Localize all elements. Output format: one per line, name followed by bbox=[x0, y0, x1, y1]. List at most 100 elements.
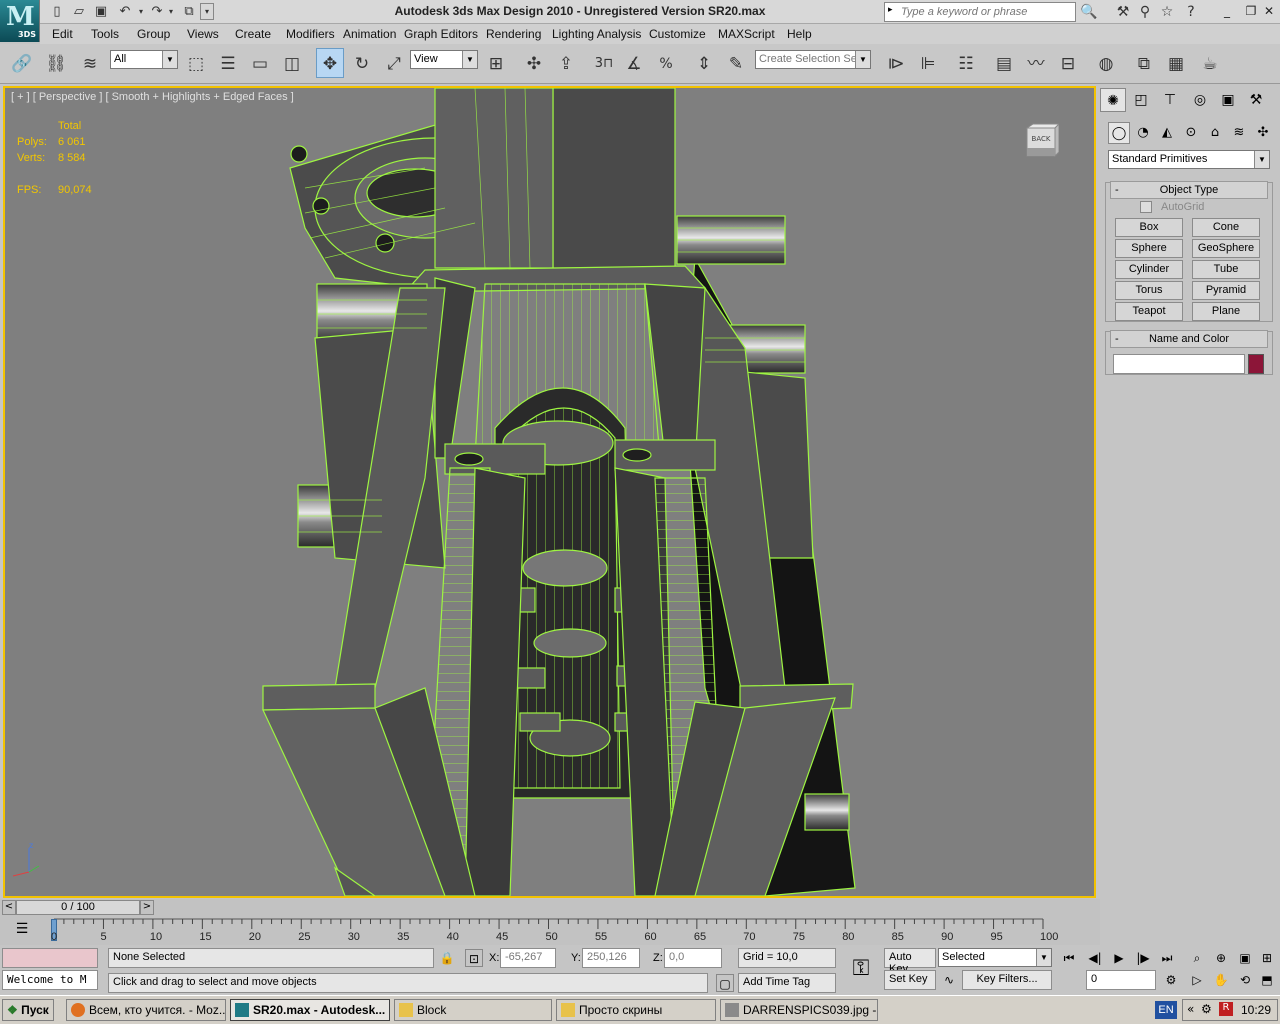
window-crossing-icon[interactable]: ◫ bbox=[278, 49, 306, 79]
rectangular-selection-icon[interactable]: ▭ bbox=[246, 49, 274, 79]
selection-lock-icon[interactable]: 🔒 bbox=[438, 949, 456, 967]
create-tab-icon[interactable]: ✺ bbox=[1100, 88, 1126, 112]
viewport-label[interactable]: [ + ] [ Perspective ] [ Smooth + Highlig… bbox=[11, 91, 294, 103]
track-bar[interactable]: ☰ 0 5 10 15 20 25 30 35 40 45 50 55 60 65 70 75 80 85 90 95… bbox=[0, 917, 1100, 945]
taskbar-item-firefox[interactable]: Всем, кто учится. - Moz... bbox=[66, 999, 226, 1021]
cameras-category-icon[interactable]: ⊙ bbox=[1180, 122, 1202, 144]
menu-create[interactable]: Create bbox=[235, 27, 271, 41]
unlink-selection-icon[interactable]: ⛓ bbox=[42, 49, 70, 79]
new-file-icon[interactable]: ▯ bbox=[48, 3, 66, 20]
layer-manager-icon[interactable]: ☷ bbox=[952, 49, 980, 79]
current-frame-field[interactable]: 0 bbox=[1086, 970, 1156, 990]
modify-tab-icon[interactable]: ◰ bbox=[1128, 88, 1154, 112]
name-color-rollout-header[interactable]: - Name and Color bbox=[1110, 330, 1268, 348]
menu-lighting-analysis[interactable]: Lighting Analysis bbox=[552, 27, 641, 41]
space-warps-category-icon[interactable]: ≋ bbox=[1228, 122, 1250, 144]
torus-button[interactable]: Torus bbox=[1115, 281, 1183, 300]
close-icon[interactable]: ✕ bbox=[1262, 3, 1276, 19]
next-key-icon[interactable]: |▶ bbox=[1134, 949, 1152, 967]
select-by-name-icon[interactable]: ☰ bbox=[214, 49, 242, 79]
field-of-view-icon[interactable]: ▷ bbox=[1188, 971, 1206, 989]
z-coordinate-field[interactable]: 0,0 bbox=[664, 948, 722, 968]
render-production-icon[interactable]: ☕ bbox=[1196, 49, 1224, 79]
tray-expand-icon[interactable]: « bbox=[1187, 1002, 1194, 1016]
select-and-move-icon[interactable]: ✥ bbox=[316, 48, 344, 78]
menu-rendering[interactable]: Rendering bbox=[486, 27, 541, 41]
primitive-category-dropdown[interactable]: Standard Primitives ▼ bbox=[1108, 150, 1270, 169]
curve-editor-icon[interactable]: 〰 bbox=[1022, 49, 1050, 79]
time-slider[interactable]: < 0 / 100 > bbox=[0, 899, 1100, 917]
display-tab-icon[interactable]: ▣ bbox=[1215, 88, 1241, 112]
taskbar-item-3dsmax[interactable]: SR20.max - Autodesk... bbox=[230, 999, 390, 1021]
box-button[interactable]: Box bbox=[1115, 218, 1183, 237]
lights-category-icon[interactable]: ◭ bbox=[1156, 122, 1178, 144]
taskbar-item-image-viewer[interactable]: DARRENSPICS039.jpg - ... bbox=[720, 999, 878, 1021]
plane-button[interactable]: Plane bbox=[1192, 302, 1260, 321]
time-slider-thumb[interactable]: 0 / 100 bbox=[16, 900, 140, 915]
auto-key-button[interactable]: Auto Key bbox=[884, 948, 936, 975]
viewcube[interactable]: BACK bbox=[1025, 122, 1061, 160]
pyramid-button[interactable]: Pyramid bbox=[1192, 281, 1260, 300]
absolute-transform-icon[interactable]: ⊡ bbox=[465, 949, 483, 967]
render-setup-icon[interactable]: ⧉ bbox=[1130, 49, 1158, 79]
search-input[interactable] bbox=[901, 3, 1071, 21]
taskbar-item-screenshots-folder[interactable]: Просто скрины bbox=[556, 999, 716, 1021]
utilities-tab-icon[interactable]: ⚒ bbox=[1243, 88, 1269, 112]
material-editor-icon[interactable]: ◍ bbox=[1092, 49, 1120, 79]
minimize-icon[interactable]: _ bbox=[1220, 3, 1234, 19]
object-name-field[interactable] bbox=[1113, 354, 1245, 374]
select-and-manipulate-icon[interactable]: ✣ bbox=[520, 49, 548, 79]
zoom-icon[interactable]: ⌕ bbox=[1188, 949, 1206, 967]
favorites-star-icon[interactable]: ☆ bbox=[1156, 3, 1178, 21]
communication-center-icon[interactable]: ⚲ bbox=[1134, 3, 1156, 21]
taskbar-item-block-folder[interactable]: Block bbox=[394, 999, 552, 1021]
graphite-ribbon-icon[interactable]: ▤ bbox=[990, 49, 1018, 79]
infocenter-search[interactable]: ▸ bbox=[884, 2, 1076, 22]
tube-button[interactable]: Tube bbox=[1192, 260, 1260, 279]
zoom-extents-icon[interactable]: ▣ bbox=[1236, 949, 1254, 967]
teapot-button[interactable]: Teapot bbox=[1115, 302, 1183, 321]
restore-icon[interactable]: ❐ bbox=[1244, 3, 1258, 19]
helpers-category-icon[interactable]: ⌂ bbox=[1204, 122, 1226, 144]
hierarchy-tab-icon[interactable]: ⊤ bbox=[1157, 88, 1183, 112]
cylinder-button[interactable]: Cylinder bbox=[1115, 260, 1183, 279]
maxscript-mini-listener[interactable]: Welcome to M bbox=[2, 970, 98, 990]
play-icon[interactable]: ▶ bbox=[1110, 949, 1128, 967]
edit-named-selection-icon[interactable]: ✎ bbox=[722, 49, 750, 79]
help-icon[interactable]: ? bbox=[1180, 3, 1202, 21]
shapes-category-icon[interactable]: ◔ bbox=[1132, 122, 1154, 144]
search-binoculars-icon[interactable]: 🔍 bbox=[1078, 3, 1100, 21]
redo-icon[interactable]: ↷ bbox=[148, 3, 166, 20]
menu-graph-editors[interactable]: Graph Editors bbox=[404, 27, 478, 41]
set-key-icon[interactable]: ⚿ bbox=[842, 950, 880, 988]
key-filters-button[interactable]: Key Filters... bbox=[962, 970, 1052, 990]
geometry-category-icon[interactable]: ◯ bbox=[1108, 122, 1130, 144]
open-file-icon[interactable]: ▱ bbox=[70, 3, 88, 20]
add-time-tag-button[interactable]: Add Time Tag bbox=[738, 973, 836, 993]
spinner-snap-icon[interactable]: ⇕ bbox=[690, 49, 718, 79]
selection-filter-dropdown[interactable]: All ▼ bbox=[110, 50, 178, 69]
schematic-view-icon[interactable]: ⊟ bbox=[1054, 49, 1082, 79]
angle-snap-icon[interactable]: ∡ bbox=[620, 49, 648, 79]
previous-key-icon[interactable]: ◀| bbox=[1086, 949, 1104, 967]
previous-frame-icon[interactable]: < bbox=[2, 900, 16, 915]
y-coordinate-field[interactable]: 250,126 bbox=[582, 948, 640, 968]
menu-tools[interactable]: Tools bbox=[91, 27, 119, 41]
use-pivot-center-icon[interactable]: ⊞ bbox=[482, 49, 510, 79]
menu-help[interactable]: Help bbox=[787, 27, 812, 41]
named-selection-dropdown[interactable]: Create Selection Se ▼ bbox=[755, 50, 871, 69]
select-and-rotate-icon[interactable]: ↻ bbox=[348, 49, 376, 79]
time-configuration-icon[interactable]: ⚙ bbox=[1162, 971, 1180, 989]
sphere-button[interactable]: Sphere bbox=[1115, 239, 1183, 258]
autogrid-checkbox[interactable] bbox=[1140, 201, 1152, 213]
percent-snap-icon[interactable]: % bbox=[652, 49, 680, 79]
quick-access-dropdown-icon[interactable]: ▾ bbox=[200, 3, 214, 20]
network-tray-icon[interactable]: ⚙ bbox=[1201, 1002, 1212, 1016]
zoom-extents-all-icon[interactable]: ⊞ bbox=[1258, 949, 1276, 967]
next-frame-icon[interactable]: > bbox=[140, 900, 154, 915]
set-key-button[interactable]: Set Key bbox=[884, 970, 936, 990]
snaps-toggle-icon[interactable]: 3⊓ bbox=[590, 49, 618, 79]
menu-modifiers[interactable]: Modifiers bbox=[286, 27, 335, 41]
application-button[interactable]: M 3DS bbox=[0, 0, 40, 42]
select-object-icon[interactable]: ⬚ bbox=[182, 49, 210, 79]
